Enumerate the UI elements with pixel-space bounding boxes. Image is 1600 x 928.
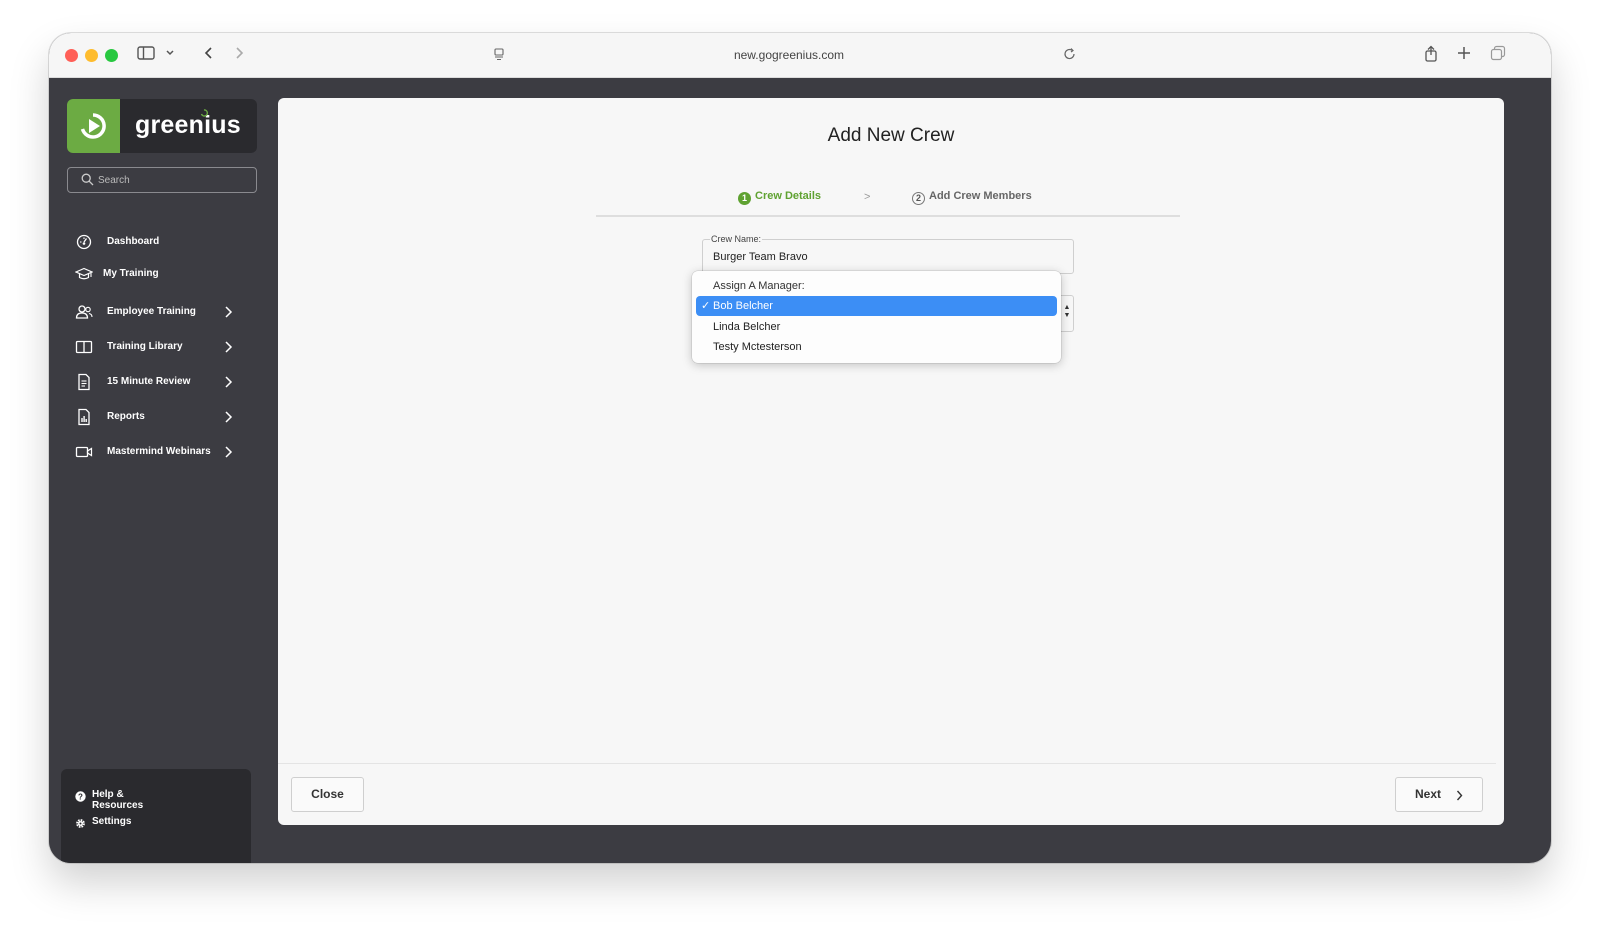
logo-accent-icon [200, 109, 208, 117]
sidebar-item-label: Reports [107, 411, 145, 422]
zoom-window-button[interactable] [105, 49, 118, 62]
search-icon [81, 173, 94, 186]
chevron-down-icon[interactable] [165, 45, 175, 67]
sidebar-item-reports[interactable]: Reports [75, 406, 245, 428]
greenius-logo-mark [67, 99, 120, 153]
back-arrow-icon[interactable] [203, 45, 215, 67]
reload-icon[interactable] [1063, 46, 1077, 68]
sidebar-item-label: Training Library [107, 341, 183, 352]
step-number: 2 [912, 192, 925, 205]
document-icon [75, 373, 93, 391]
modal-title: Add New Crew [827, 125, 955, 146]
step-crew-details[interactable]: 1 Crew Details [738, 190, 821, 205]
gear-icon [75, 816, 86, 828]
graduation-cap-icon [74, 265, 94, 283]
chevron-right-icon [223, 340, 233, 354]
next-button[interactable]: Next [1395, 777, 1483, 812]
sidebar-item-15-minute-review[interactable]: 15 Minute Review [75, 371, 245, 393]
step-separator: > [864, 191, 871, 203]
greenius-logo[interactable]: greenius [67, 99, 257, 153]
add-new-crew-modal: Add New Crew 1 Crew Details > 2 Add Crew M… [278, 98, 1504, 825]
forward-arrow-icon[interactable] [233, 45, 245, 67]
crew-name-field[interactable]: Crew Name: Burger Team Bravo [702, 234, 1074, 274]
select-arrows-icon: ▲ ▼ [1063, 304, 1071, 319]
sidebar-item-label: Help & Resources [92, 789, 144, 811]
dropdown-option-bob-belcher[interactable]: ✓ Bob Belcher [696, 296, 1057, 316]
sidebar-item-my-training[interactable]: My Training [74, 263, 245, 285]
browser-window: new.gogreenius.com greenius Search Dashb… [49, 33, 1551, 863]
chevron-right-icon [1456, 790, 1463, 801]
step-label: Crew Details [755, 190, 822, 202]
crew-name-label: Crew Name: [710, 234, 763, 244]
sidebar-item-label: Mastermind Webinars [107, 446, 211, 457]
step-label: Add Crew Members [929, 190, 1032, 202]
option-label: Linda Belcher [713, 321, 781, 333]
sidebar: greenius Dashboard My Training [49, 78, 279, 863]
sidebar-item-label: Employee Training [107, 306, 196, 317]
sidebar-item-dashboard[interactable]: Dashboard [75, 231, 245, 253]
sidebar-item-label: Dashboard [107, 236, 160, 247]
close-button[interactable]: Close [291, 777, 364, 812]
sidebar-item-mastermind-webinars[interactable]: Mastermind Webinars [75, 441, 245, 463]
tab-overview-icon[interactable] [1490, 45, 1506, 67]
chevron-right-icon [223, 375, 233, 389]
dropdown-option-linda-belcher[interactable]: Linda Belcher [696, 317, 1057, 337]
url-text: new.gogreenius.com [733, 48, 845, 62]
browser-toolbar: new.gogreenius.com [49, 33, 1551, 78]
step-number: 1 [738, 192, 751, 205]
report-icon [75, 408, 93, 426]
book-icon [75, 338, 93, 356]
dashboard-icon [75, 233, 93, 251]
option-label: Bob Belcher [713, 300, 773, 312]
sidebar-item-employee-training[interactable]: Employee Training [75, 301, 245, 323]
address-bar[interactable]: new.gogreenius.com [479, 45, 1099, 67]
video-camera-icon [75, 443, 93, 461]
new-tab-icon[interactable] [1457, 45, 1471, 67]
sidebar-toggle-icon[interactable] [137, 45, 155, 67]
manager-dropdown-menu: Assign A Manager: ✓ Bob Belcher Linda Be… [692, 271, 1061, 363]
sidebar-item-label: Settings [92, 816, 132, 827]
chevron-right-icon [223, 410, 233, 424]
svg-text:?: ? [78, 792, 83, 801]
sidebar-bottom-panel: ? Help & Resources Settings [61, 769, 251, 863]
help-icon: ? [75, 789, 86, 802]
step-add-crew-members[interactable]: 2 Add Crew Members [912, 190, 1032, 205]
option-label: Testy Mctesterson [713, 341, 802, 353]
close-window-button[interactable] [65, 49, 78, 62]
dropdown-header: Assign A Manager: [713, 280, 805, 292]
logo-text: greenius [135, 111, 241, 139]
chevron-right-icon [223, 305, 233, 319]
sidebar-item-training-library[interactable]: Training Library [75, 336, 245, 358]
step-indicator: 1 Crew Details > 2 Add Crew Members [596, 183, 1180, 217]
sidebar-item-label: 15 Minute Review [107, 376, 191, 387]
modal-footer-divider [278, 763, 1496, 764]
minimize-window-button[interactable] [85, 49, 98, 62]
dropdown-option-testy-mctesterson[interactable]: Testy Mctesterson [696, 337, 1057, 357]
crew-name-input[interactable]: Burger Team Bravo [713, 251, 808, 263]
search-input[interactable] [98, 171, 248, 189]
chevron-right-icon [223, 445, 233, 459]
sidebar-item-label: My Training [103, 268, 159, 279]
next-button-label: Next [1415, 787, 1442, 801]
checkmark-icon: ✓ [701, 300, 711, 312]
sidebar-search[interactable] [67, 167, 257, 193]
share-icon[interactable] [1423, 45, 1439, 69]
users-icon [75, 303, 93, 321]
